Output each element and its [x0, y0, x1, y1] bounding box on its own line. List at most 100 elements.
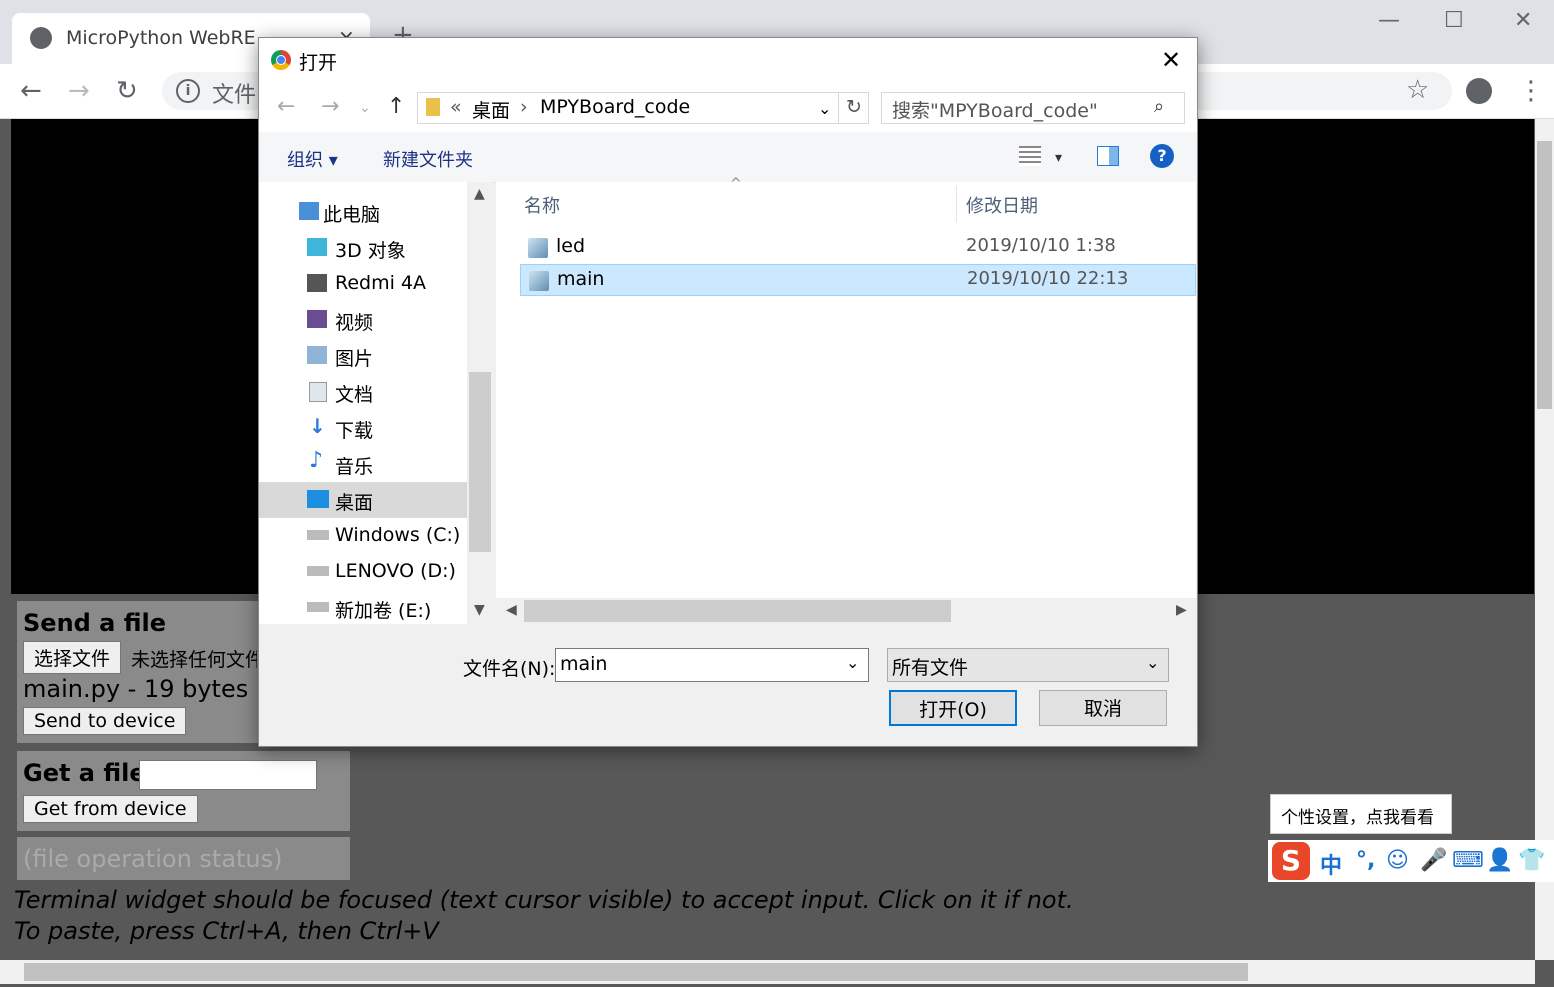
recent-dropdown-icon[interactable]: ⌄ [359, 100, 371, 116]
file-row-selected[interactable]: main 2019/10/10 22:13 [520, 264, 1196, 296]
preview-pane-icon[interactable] [1097, 146, 1119, 166]
star-icon[interactable]: ☆ [1406, 75, 1429, 105]
reload-icon[interactable]: ↻ [116, 76, 138, 106]
tree-item-redmi[interactable]: Redmi 4A [259, 266, 467, 302]
cancel-button[interactable]: 取消 [1039, 690, 1167, 726]
organize-button[interactable]: 组织 ▾ [287, 146, 338, 172]
window-close-icon[interactable]: ✕ [1514, 8, 1532, 33]
forward-icon[interactable]: → [321, 94, 339, 119]
chinese-mode-icon[interactable]: 中 [1320, 848, 1342, 880]
scroll-left-icon[interactable]: ◀ [506, 602, 517, 618]
emoji-icon[interactable]: ☺ [1386, 848, 1409, 873]
scrollbar-thumb[interactable] [1537, 141, 1552, 409]
get-from-device-button[interactable]: Get from device [23, 795, 198, 823]
tree-item-videos[interactable]: 视频 [259, 302, 467, 338]
ime-tooltip: 个性设置，点我看看 [1270, 794, 1452, 834]
dialog-close-icon[interactable]: ✕ [1161, 46, 1181, 74]
drive-icon [307, 530, 329, 540]
open-file-dialog: 打开 ✕ ← → ⌄ ↑ « 桌面 › MPYBoard_code ⌄ ↻ 搜索… [258, 37, 1198, 747]
paste-note: To paste, press Ctrl+A, then Ctrl+V [14, 917, 439, 945]
file-list-hscrollbar[interactable]: ◀ ▶ [496, 598, 1196, 624]
dialog-title: 打开 [299, 52, 338, 74]
filetype-dropdown-icon[interactable]: ⌄ [1146, 653, 1159, 672]
help-icon[interactable]: ? [1150, 144, 1174, 168]
breadcrumb-overflow[interactable]: « [450, 96, 462, 118]
filename-dropdown-icon[interactable]: ⌄ [846, 653, 859, 672]
pictures-icon [307, 346, 327, 364]
dialog-address-bar[interactable]: « 桌面 › MPYBoard_code ⌄ ↻ [417, 92, 869, 124]
punctuation-icon[interactable]: °, [1356, 848, 1375, 873]
menu-icon[interactable]: ⋮ [1518, 76, 1544, 106]
tree-item-documents[interactable]: 文档 [259, 374, 467, 410]
send-file-title: Send a file [23, 609, 167, 637]
tree-item-drive-e[interactable]: 新加卷 (E:) [259, 590, 467, 624]
maximize-icon[interactable]: ☐ [1444, 8, 1464, 33]
status-panel: (file operation status) [17, 837, 350, 880]
search-placeholder: 搜索"MPYBoard_code" [892, 100, 1098, 122]
tree-item-pictures[interactable]: 图片 [259, 338, 467, 374]
address-dropdown-icon[interactable]: ⌄ [818, 99, 831, 118]
scrollbar-thumb[interactable] [24, 963, 1248, 981]
view-dropdown-icon[interactable]: ▾ [1055, 150, 1062, 166]
keyboard-icon[interactable]: ⌨ [1452, 848, 1484, 873]
get-file-input[interactable] [139, 760, 317, 790]
tree-item-this-pc[interactable]: 此电脑 [259, 194, 467, 230]
filetype-value: 所有文件 [892, 657, 969, 679]
horizontal-scrollbar[interactable] [0, 960, 1535, 984]
desktop-icon [307, 490, 329, 508]
column-header-modified[interactable]: 修改日期 [966, 192, 1038, 218]
navigation-tree: 此电脑 3D 对象 Redmi 4A 视频 图片 文档 ↓ 下载 ♪ 音乐 桌面… [259, 182, 467, 624]
get-file-title: Get a file [23, 759, 146, 787]
choose-file-button[interactable]: 选择文件 [23, 641, 122, 674]
scrollbar-thumb[interactable] [524, 600, 951, 622]
column-header-name[interactable]: 名称 [524, 192, 560, 218]
back-icon[interactable]: ← [277, 94, 295, 119]
view-options-icon[interactable] [1019, 146, 1041, 166]
breadcrumb-folder[interactable]: MPYBoard_code [540, 96, 690, 118]
breadcrumb-desktop[interactable]: 桌面 [472, 96, 510, 123]
scroll-right-icon[interactable]: ▶ [1176, 602, 1187, 618]
minimize-icon[interactable]: — [1378, 8, 1400, 33]
sogou-logo-icon[interactable]: S [1272, 842, 1310, 880]
python-file-icon [529, 271, 549, 291]
file-row[interactable]: led 2019/10/10 1:38 [520, 232, 1196, 264]
vertical-scrollbar[interactable] [1535, 119, 1554, 960]
phone-icon [307, 274, 327, 292]
tree-item-drive-c[interactable]: Windows (C:) [259, 518, 467, 554]
refresh-icon[interactable]: ↻ [846, 96, 862, 118]
tree-item-label: 此电脑 [323, 204, 381, 226]
send-to-device-button[interactable]: Send to device [23, 707, 187, 735]
tree-item-label: 文档 [335, 384, 374, 406]
dialog-search-input[interactable]: 搜索"MPYBoard_code" ⌕ [881, 92, 1185, 124]
tree-item-downloads[interactable]: ↓ 下载 [259, 410, 467, 446]
scrollbar-thumb[interactable] [469, 372, 491, 552]
up-icon[interactable]: ↑ [387, 94, 405, 119]
skin-icon[interactable]: 👕 [1518, 848, 1545, 873]
tree-item-drive-d[interactable]: LENOVO (D:) [259, 554, 467, 590]
filename-label: 文件名(N): [463, 658, 556, 680]
tree-scrollbar[interactable]: ▲ ▼ [467, 182, 493, 624]
tree-item-music[interactable]: ♪ 音乐 [259, 446, 467, 482]
tree-item-label: 视频 [335, 312, 374, 334]
profile-icon[interactable] [1466, 78, 1492, 104]
back-icon[interactable]: ← [20, 76, 42, 106]
download-icon: ↓ [309, 414, 326, 438]
info-icon[interactable]: i [176, 79, 200, 103]
tree-item-desktop[interactable]: 桌面 [259, 482, 467, 518]
open-button[interactable]: 打开(O) [889, 690, 1017, 726]
tree-item-label: 图片 [335, 348, 374, 370]
filetype-select[interactable]: 所有文件 ⌄ [887, 648, 1169, 682]
dialog-nav-bar: ← → ⌄ ↑ « 桌面 › MPYBoard_code ⌄ ↻ 搜索"MPYB… [259, 82, 1197, 132]
new-folder-button[interactable]: 新建文件夹 [383, 146, 473, 172]
filename-input[interactable]: main ⌄ [555, 648, 869, 682]
user-icon[interactable]: 👤 [1486, 848, 1513, 873]
ime-toolbar[interactable]: S 中 °, ☺ 🎤 ⌨ 👤 👕 [1268, 840, 1554, 882]
forward-icon[interactable]: → [68, 76, 90, 106]
scroll-down-icon[interactable]: ▼ [474, 602, 485, 618]
tree-item-label: 3D 对象 [335, 240, 406, 262]
microphone-icon[interactable]: 🎤 [1420, 848, 1447, 873]
file-operation-status: (file operation status) [23, 845, 283, 873]
ime-tooltip-text: 个性设置，点我看看 [1281, 808, 1434, 828]
tree-item-3d-objects[interactable]: 3D 对象 [259, 230, 467, 266]
scroll-up-icon[interactable]: ▲ [474, 186, 485, 202]
